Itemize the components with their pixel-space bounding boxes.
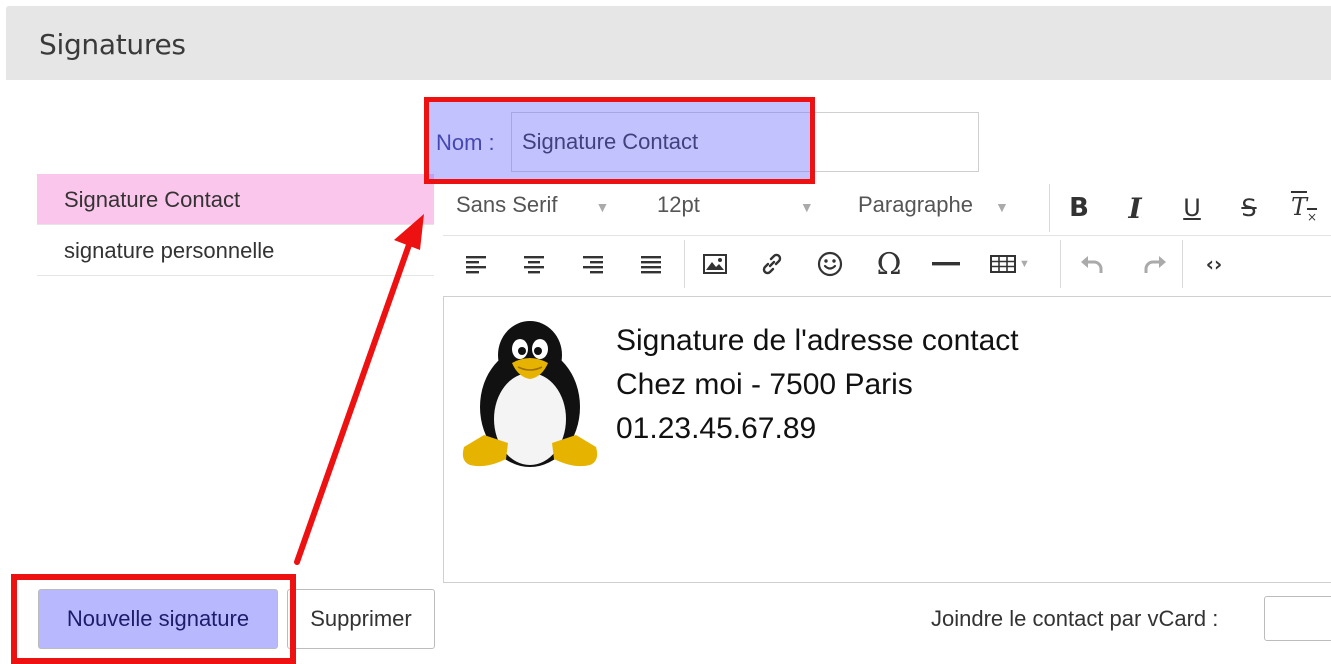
clear-format-button[interactable]: T× — [1285, 189, 1323, 227]
align-justify-button[interactable] — [632, 245, 670, 283]
clear-format-icon: T× — [1290, 192, 1318, 224]
emoji-icon — [817, 251, 843, 277]
align-justify-icon — [641, 256, 661, 274]
list-item[interactable]: Signature Contact — [37, 174, 434, 225]
signature-line: Chez moi - 7500 Paris — [616, 368, 913, 401]
strikethrough-button[interactable]: S — [1230, 189, 1268, 227]
source-code-button[interactable]: ‹› — [1195, 245, 1233, 283]
editor-toolbar: Sans Serif ▼ 12pt ▼ Paragraphe ▼ B I U S T× — [443, 180, 1331, 296]
name-label: Nom : — [436, 130, 495, 155]
underline-icon: U — [1183, 194, 1201, 222]
align-left-button[interactable] — [457, 245, 495, 283]
horizontal-rule-button[interactable] — [927, 245, 965, 283]
image-icon — [703, 254, 727, 274]
undo-button[interactable] — [1073, 245, 1111, 283]
align-right-button[interactable] — [574, 245, 612, 283]
block-format-select[interactable]: Paragraphe ▼ — [858, 192, 1009, 218]
chevron-down-icon: ▼ — [595, 199, 610, 215]
undo-icon — [1081, 256, 1103, 273]
new-signature-button[interactable]: Nouvelle signature — [38, 589, 278, 649]
special-char-button[interactable]: Ω — [870, 245, 908, 283]
font-family-select[interactable]: Sans Serif ▼ — [456, 192, 609, 218]
insert-table-button[interactable]: ▼ — [985, 245, 1035, 283]
toolbar-row-insert: Ω ▼ ‹› — [443, 236, 1331, 292]
toolbar-divider — [1060, 240, 1061, 288]
signature-list: Signature Contact signature personnelle — [37, 174, 434, 276]
source-code-icon: ‹› — [1205, 252, 1223, 276]
insert-emoji-button[interactable] — [811, 245, 849, 283]
toolbar-divider — [1182, 240, 1183, 288]
special-char-icon: Ω — [876, 246, 902, 282]
chevron-down-icon: ▼ — [994, 199, 1009, 215]
chevron-down-icon: ▼ — [799, 199, 814, 215]
list-item[interactable]: signature personnelle — [37, 225, 434, 276]
align-right-icon — [583, 256, 603, 274]
font-size-select[interactable]: 12pt ▼ — [657, 192, 814, 218]
signature-editor[interactable]: Signature de l'adresse contact Chez moi … — [443, 296, 1331, 583]
table-icon — [990, 255, 1017, 273]
page-header: Signatures — [6, 6, 1331, 80]
name-input[interactable] — [511, 112, 979, 172]
bold-button[interactable]: B — [1060, 189, 1098, 227]
toolbar-divider — [684, 240, 685, 288]
align-left-icon — [466, 256, 486, 274]
align-center-button[interactable] — [515, 245, 553, 283]
italic-button[interactable]: I — [1116, 189, 1154, 227]
link-icon — [762, 253, 782, 275]
font-family-value: Sans Serif — [456, 192, 558, 217]
redo-button[interactable] — [1136, 245, 1174, 283]
strikethrough-icon: S — [1241, 194, 1257, 222]
delete-button[interactable]: Supprimer — [287, 589, 435, 649]
vcard-label: Joindre le contact par vCard : — [931, 606, 1219, 631]
signature-line: Signature de l'adresse contact — [616, 324, 1019, 357]
insert-image-button[interactable] — [696, 245, 734, 283]
insert-link-button[interactable] — [753, 245, 791, 283]
signature-content: Signature de l'adresse contact Chez moi … — [616, 319, 1019, 451]
toolbar-divider — [1049, 184, 1050, 232]
vcard-select[interactable] — [1264, 596, 1331, 641]
page-title: Signatures — [39, 28, 186, 61]
signature-line: 01.23.45.67.89 — [616, 412, 817, 445]
redo-icon — [1144, 256, 1166, 273]
align-center-icon — [524, 256, 544, 274]
toolbar-row-format: Sans Serif ▼ 12pt ▼ Paragraphe ▼ B I U S T× — [443, 180, 1331, 236]
bold-icon: B — [1069, 193, 1089, 223]
chevron-down-icon: ▼ — [1019, 258, 1030, 270]
horizontal-rule-icon — [932, 262, 960, 266]
font-size-value: 12pt — [657, 192, 700, 217]
tux-penguin-image — [462, 321, 598, 467]
underline-button[interactable]: U — [1173, 189, 1211, 227]
block-format-value: Paragraphe — [858, 192, 973, 217]
italic-icon: I — [1128, 191, 1142, 225]
